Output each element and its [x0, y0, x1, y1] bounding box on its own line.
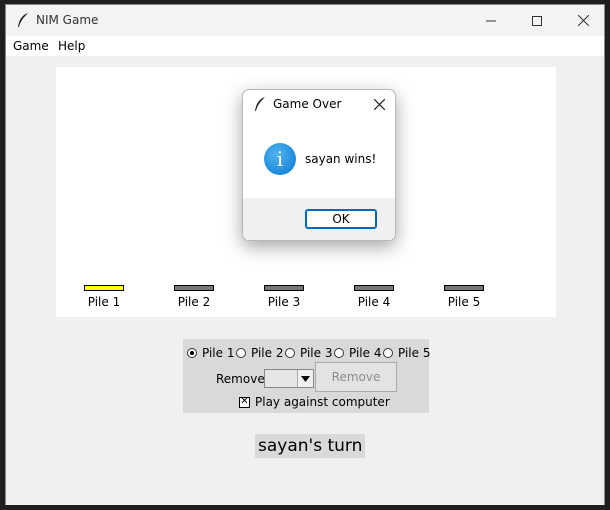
- turn-status: sayan's turn: [255, 434, 366, 458]
- pile-5[interactable]: Pile 5: [434, 285, 494, 309]
- close-icon: [373, 98, 385, 110]
- radio-indicator: [236, 348, 246, 358]
- radio-label: Pile 3: [300, 346, 333, 360]
- title-bar: NIM Game: [6, 5, 604, 36]
- pile-2-label: Pile 2: [177, 295, 211, 309]
- radio-indicator: [334, 348, 344, 358]
- maximize-button[interactable]: [514, 5, 560, 36]
- menu-bar: Game Help: [6, 36, 604, 56]
- remove-label: Remove:: [216, 372, 269, 386]
- remove-count-select[interactable]: [264, 369, 314, 388]
- radio-label: Pile 4: [349, 346, 382, 360]
- menu-game[interactable]: Game: [13, 39, 49, 53]
- play-computer-label: Play against computer: [255, 395, 390, 409]
- radio-label: Pile 2: [251, 346, 284, 360]
- pile-1[interactable]: Pile 1: [74, 285, 134, 309]
- pile-2[interactable]: Pile 2: [164, 285, 224, 309]
- pile-1-bar: [84, 285, 124, 291]
- feather-icon: [255, 97, 265, 111]
- info-icon: i: [264, 143, 296, 175]
- ok-button[interactable]: OK: [305, 209, 377, 229]
- game-over-dialog: Game Over i sayan wins! OK: [242, 89, 396, 241]
- pile-5-bar: [444, 285, 484, 291]
- pile-4-bar: [354, 285, 394, 291]
- remove-button[interactable]: Remove: [315, 362, 397, 392]
- pile-3-label: Pile 3: [267, 295, 301, 309]
- dialog-message: sayan wins!: [305, 152, 377, 166]
- play-computer-checkbox[interactable]: ✕ Play against computer: [239, 395, 390, 409]
- dialog-title: Game Over: [273, 97, 342, 111]
- controls-panel: Pile 1 Pile 2 Pile 3 Pile 4 Pile 5 Remov…: [183, 339, 430, 413]
- main-window: NIM Game Game Help Pile 1 Pile 2 Pile 3 …: [5, 4, 605, 505]
- pile-3[interactable]: Pile 3: [254, 285, 314, 309]
- dialog-footer: OK: [243, 198, 395, 240]
- close-icon: [577, 15, 589, 26]
- minimize-icon: [486, 20, 496, 21]
- radio-indicator: [383, 348, 393, 358]
- close-button[interactable]: [560, 5, 606, 36]
- dropdown-arrow-icon[interactable]: [297, 370, 313, 387]
- checkbox-check-icon: ✕: [239, 396, 250, 408]
- radio-label: Pile 5: [398, 346, 431, 360]
- radio-pile-3[interactable]: Pile 3: [285, 346, 332, 360]
- pile-1-label: Pile 1: [87, 295, 121, 309]
- pile-2-bar: [174, 285, 214, 291]
- radio-pile-4[interactable]: Pile 4: [334, 346, 381, 360]
- pile-3-bar: [264, 285, 304, 291]
- feather-icon: [18, 13, 28, 27]
- minimize-button[interactable]: [468, 5, 514, 36]
- radio-label: Pile 1: [202, 346, 235, 360]
- radio-pile-1[interactable]: Pile 1: [187, 346, 234, 360]
- radio-indicator: [285, 348, 295, 358]
- radio-pile-2[interactable]: Pile 2: [236, 346, 283, 360]
- pile-4[interactable]: Pile 4: [344, 285, 404, 309]
- radio-indicator: [187, 348, 197, 358]
- radio-pile-5[interactable]: Pile 5: [383, 346, 430, 360]
- dialog-close-button[interactable]: [369, 94, 389, 114]
- maximize-icon: [532, 15, 542, 26]
- pile-4-label: Pile 4: [357, 295, 391, 309]
- menu-help[interactable]: Help: [58, 39, 85, 53]
- window-title: NIM Game: [36, 13, 99, 27]
- pile-5-label: Pile 5: [447, 295, 481, 309]
